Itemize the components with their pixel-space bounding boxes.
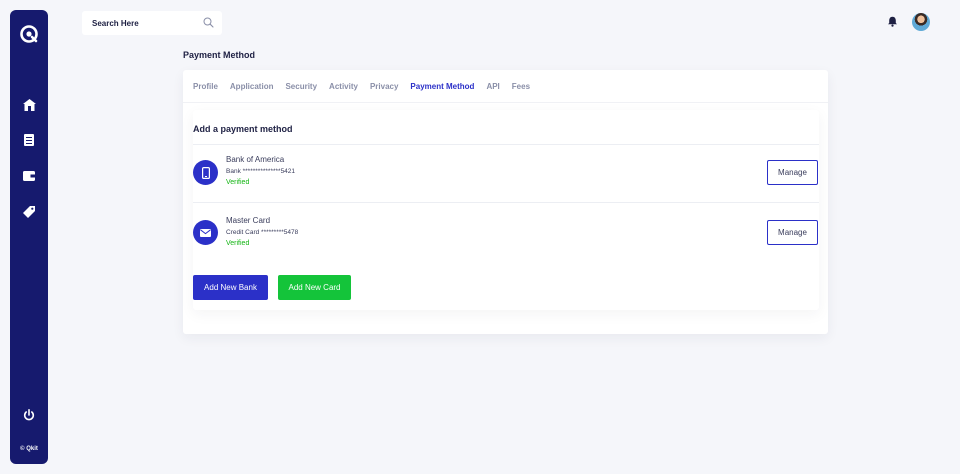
envelope-icon — [193, 220, 218, 245]
search-placeholder: Search Here — [92, 18, 139, 28]
tab-api[interactable]: API — [486, 82, 499, 91]
section-title: Add a payment method — [193, 124, 293, 134]
list-icon[interactable] — [21, 132, 37, 148]
bell-icon[interactable] — [887, 16, 898, 27]
tab-payment-method[interactable]: Payment Method — [410, 82, 474, 91]
payment-method-number: Bank ***************5421 — [226, 168, 296, 175]
page-title: Payment Method — [183, 50, 256, 60]
payment-method-card: Add a payment method Bank of America Ban… — [193, 110, 819, 310]
copyright-text: © Qkit — [20, 446, 38, 452]
home-icon[interactable] — [21, 97, 37, 113]
tab-privacy[interactable]: Privacy — [370, 82, 398, 91]
divider — [193, 202, 819, 203]
tag-icon[interactable] — [21, 204, 37, 220]
settings-panel: Profile Application Security Activity Pr… — [183, 70, 828, 334]
tab-security[interactable]: Security — [285, 82, 317, 91]
phone-icon — [193, 160, 218, 185]
add-new-bank-button[interactable]: Add New Bank — [193, 275, 268, 300]
tab-application[interactable]: Application — [230, 82, 274, 91]
divider — [193, 144, 819, 145]
tab-divider — [183, 102, 828, 103]
status-verified: Verified — [226, 179, 250, 186]
tab-fees[interactable]: Fees — [512, 82, 530, 91]
add-new-card-button[interactable]: Add New Card — [278, 275, 351, 300]
search-input[interactable]: Search Here — [82, 11, 222, 35]
tab-profile[interactable]: Profile — [193, 82, 218, 91]
power-icon[interactable] — [21, 407, 37, 423]
payment-method-number: Credit Card *********5478 — [226, 229, 299, 236]
manage-button[interactable]: Manage — [767, 160, 818, 185]
tab-activity[interactable]: Activity — [329, 82, 358, 91]
payment-method-name: Master Card — [226, 216, 271, 225]
payment-method-name: Bank of America — [226, 155, 285, 164]
search-icon[interactable] — [203, 17, 214, 28]
qkit-logo-icon[interactable] — [19, 24, 39, 44]
settings-tabs: Profile Application Security Activity Pr… — [193, 82, 530, 91]
avatar[interactable] — [912, 13, 930, 31]
manage-button[interactable]: Manage — [767, 220, 818, 245]
sidebar: © Qkit — [10, 10, 48, 464]
wallet-icon[interactable] — [21, 168, 37, 184]
status-verified: Verified — [226, 240, 250, 247]
